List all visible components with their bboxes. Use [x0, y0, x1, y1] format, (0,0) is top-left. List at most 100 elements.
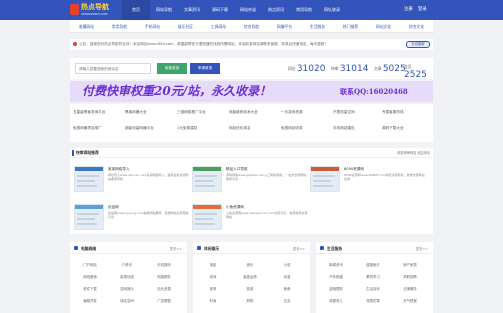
category-link[interactable]: 法律服务 — [393, 286, 427, 291]
nav-item-articles[interactable]: 文章资讯 — [178, 0, 206, 20]
category-link[interactable]: 电影 — [196, 262, 230, 267]
thumbnail-line — [313, 180, 331, 182]
category-link[interactable]: 美食 — [270, 286, 304, 291]
text-link[interactable]: 五星级黑客查询平台 — [73, 110, 125, 115]
stat-articles: 文章 5025 — [374, 64, 406, 74]
subnav-item[interactable]: 综合文化 — [400, 24, 433, 30]
category-link[interactable]: 母婴育儿 — [319, 298, 353, 303]
nav-item-source[interactable]: 源码下载 — [206, 0, 234, 20]
text-link[interactable]: 超级流量网赚平台 — [125, 126, 177, 131]
category-link[interactable]: 生活百科 — [356, 286, 390, 291]
category-link[interactable]: 教育学习 — [356, 274, 390, 279]
category-link[interactable]: 新闻资讯 — [319, 262, 353, 267]
monitor-icon — [74, 246, 78, 250]
category-link[interactable]: 金融理财 — [319, 286, 353, 291]
category-link[interactable]: 健康医疗 — [356, 262, 390, 267]
subnav-item[interactable]: 网赚平台 — [268, 24, 301, 30]
ad-banner[interactable]: 付费快审权重20元/站，永久收录！ 联系QQ:16020468 — [70, 81, 433, 102]
site-card[interactable]: 精品入口导航 源码导航www.gsgitea.com入口网站导航，一站式优质网站… — [192, 166, 310, 202]
nav-item-site-nav[interactable]: 网站导航 — [150, 0, 178, 20]
category-link[interactable]: 交友 — [270, 298, 304, 303]
thumbnail-line — [195, 223, 215, 225]
category-link[interactable]: 编程开发 — [73, 298, 107, 303]
text-link[interactable]: 不限流量空间 — [333, 110, 385, 115]
notice-text: 公告：感谢您对热点导航的支持！本站网址www.lif0d.com，希望能帮您方便… — [79, 42, 329, 46]
category-link[interactable]: 宠物花草 — [356, 298, 390, 303]
register-link[interactable]: 注册 — [404, 0, 413, 20]
category-link[interactable]: 星座运势 — [233, 274, 267, 279]
subnav-item[interactable]: 网站文化 — [367, 24, 400, 30]
text-link[interactable]: 黑客网赚大全 — [125, 110, 177, 115]
text-link[interactable]: 电脑维修技术大全 — [229, 110, 281, 115]
more-link[interactable]: 更多>> — [170, 246, 182, 251]
category-link[interactable]: 时尚 — [196, 298, 230, 303]
text-link[interactable]: 1元免费建站 — [177, 126, 229, 131]
subnav-item[interactable]: 工具网站 — [202, 24, 235, 30]
site-logo[interactable]: 热点导航 WWW.RDDH.COM — [70, 3, 110, 17]
text-link[interactable]: 网站优化排名 — [229, 126, 281, 131]
category-link[interactable]: 汽车频道 — [319, 274, 353, 279]
more-link[interactable]: 更多>> — [416, 246, 428, 251]
subnav-item[interactable]: 手机网站 — [136, 24, 169, 30]
online-support-button[interactable]: 在线客服 — [406, 41, 430, 48]
category-link[interactable]: 游戏 — [196, 274, 230, 279]
nav-item-home[interactable]: 首页 — [122, 0, 150, 20]
category-link[interactable]: 体育 — [196, 286, 230, 291]
category-link[interactable]: 游戏娱乐 — [110, 286, 144, 291]
text-link[interactable]: 免费网赚项目推广 — [73, 126, 125, 131]
site-card[interactable]: 某某网络导入 网址导入www.jiannan.com某某网络导入，提供最新资源网… — [74, 166, 192, 202]
nav-item-common[interactable]: 常用导航 — [290, 0, 318, 20]
category-link[interactable]: IT资讯 — [110, 262, 144, 267]
site-card-description: 优品网www.hyyong.com提供网站推荐，优质网站资源导航平台 — [108, 211, 189, 219]
category-link[interactable]: 旅游 — [233, 286, 267, 291]
text-link[interactable]: 手机网站建设 — [333, 126, 385, 131]
text-link[interactable]: 源码下载大全 — [382, 126, 432, 131]
text-link[interactable]: 一手游戏资源 — [281, 110, 333, 115]
top-navigation-bar: 热点导航 WWW.RDDH.COM 首页 网站导航 文章资讯 源码下载 网站杂谈… — [0, 0, 503, 20]
apply-submit-button[interactable]: 申请收录 — [190, 63, 220, 74]
text-link[interactable]: 专属客服热线 — [382, 110, 432, 115]
category-link[interactable]: 房产家居 — [393, 262, 427, 267]
subnav-item[interactable]: 常用导航 — [103, 24, 136, 30]
site-card[interactable]: 8090资源网 8090资源网www.8090ff.com综合资源导航，收录优质… — [310, 166, 428, 202]
category-link[interactable]: 天气预报 — [393, 298, 427, 303]
nav-item-hot[interactable]: 热点资讯 — [262, 0, 290, 20]
category-link[interactable]: 音乐 — [233, 262, 267, 267]
free-submit-button[interactable]: 免费收录 — [157, 63, 187, 74]
category-link[interactable]: 域名空间 — [110, 298, 144, 303]
login-link[interactable]: 登录 — [418, 0, 427, 20]
stat-pending: 待审 31014 — [331, 64, 368, 74]
category-link[interactable]: 手机数码 — [147, 262, 181, 267]
site-card[interactable]: 小鱼资源网 小鱼资源网www.xiaoseycom.com资源分享，免费收录资源… — [192, 204, 310, 240]
category-panel-computer: 电脑网络 更多>> 门户网站 IT资讯 手机数码 网络营销 影视动漫 电脑硬件 … — [70, 242, 187, 313]
subnav-item[interactable]: 娱乐社区 — [169, 24, 202, 30]
site-card-title: 精品入口导航 — [226, 167, 248, 171]
stat-label: 会员 — [404, 64, 412, 69]
category-link[interactable]: 动漫 — [270, 274, 304, 279]
home-icon — [320, 246, 324, 250]
category-link[interactable]: 求职招聘 — [393, 274, 427, 279]
category-link[interactable]: 站长资源 — [147, 286, 181, 291]
text-link[interactable]: 三维网络推广平台 — [177, 110, 229, 115]
category-link[interactable]: 电脑硬件 — [147, 274, 181, 279]
subnav-item[interactable]: 综合导航 — [235, 24, 268, 30]
site-card[interactable]: 优品网 优品网www.hyyong.com提供网站推荐，优质网站资源导航平台 — [74, 204, 192, 240]
category-link[interactable]: 软件下载 — [73, 286, 107, 291]
category-link[interactable]: 小说 — [270, 262, 304, 267]
category-link[interactable]: 影视动漫 — [110, 274, 144, 279]
category-link[interactable]: 广告联盟 — [147, 298, 181, 303]
category-link[interactable]: 门户网站 — [73, 262, 107, 267]
thumbnail-header — [193, 205, 221, 209]
category-link[interactable]: 网络营销 — [73, 274, 107, 279]
subnav-item[interactable]: 热门推荐 — [334, 24, 367, 30]
nav-item-chat[interactable]: 网站杂谈 — [234, 0, 262, 20]
gamepad-icon — [197, 246, 201, 250]
nav-item-submit[interactable]: 网址收录 — [318, 0, 346, 20]
subnav-item[interactable]: 生活服务 — [301, 24, 334, 30]
category-link[interactable]: 购物 — [233, 298, 267, 303]
search-input[interactable] — [75, 63, 151, 74]
more-link[interactable]: 更多>> — [293, 246, 305, 251]
text-link[interactable]: 免费网站收录 — [281, 126, 333, 131]
subnav-item[interactable]: 收藏网站 — [70, 24, 103, 30]
recommended-sites-section: 快审网站推荐 收录快审网站 欢迎申请 某某网络导入 网址导入www.jianna… — [70, 148, 433, 234]
